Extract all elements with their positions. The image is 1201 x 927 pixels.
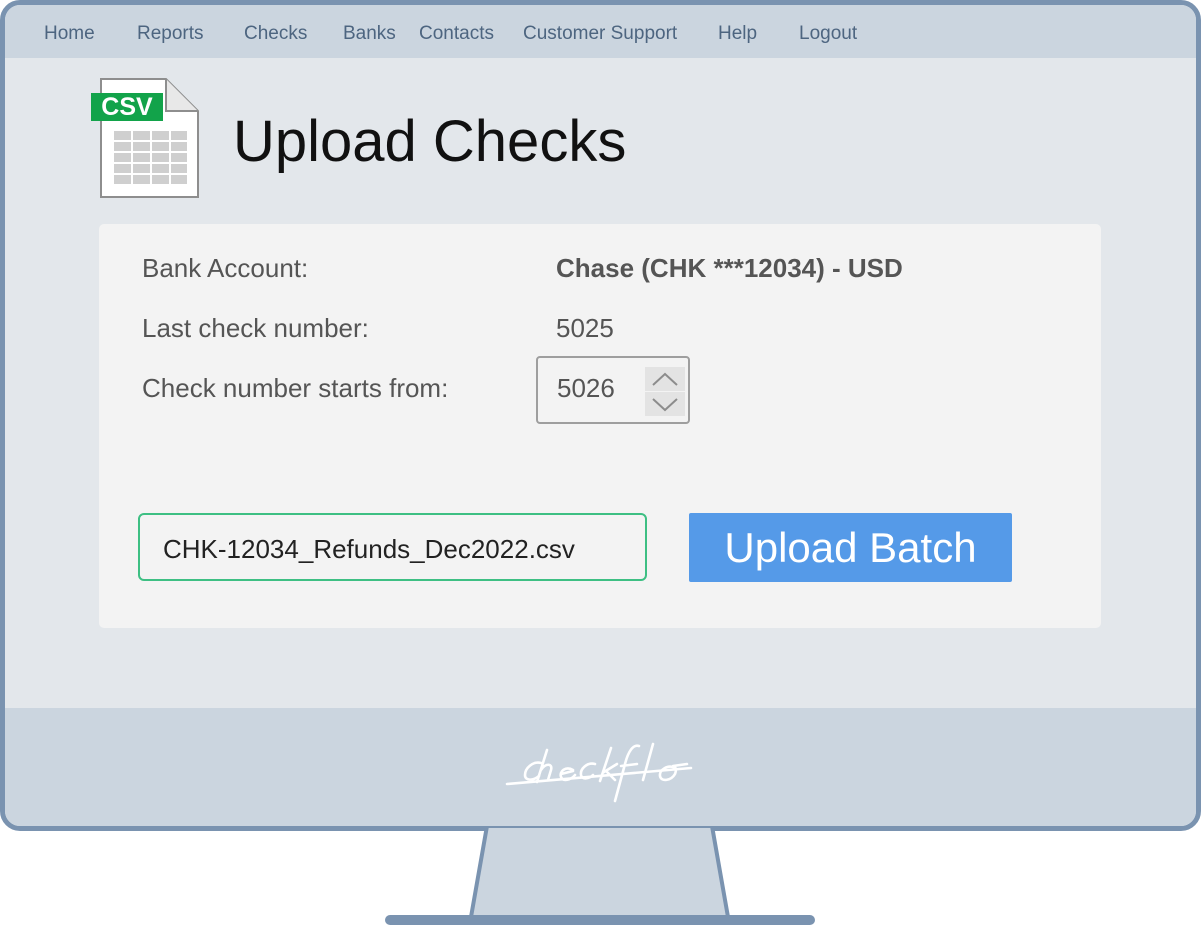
bank-account-value: Chase (CHK ***12034) - USD <box>556 253 903 283</box>
bank-account-label: Bank Account: <box>142 253 309 283</box>
nav-checks[interactable]: Checks <box>244 23 307 45</box>
monitor-stand <box>385 826 815 925</box>
page-title: Upload Checks <box>233 109 627 174</box>
upload-form-card: Bank Account: Chase (CHK ***12034) - USD… <box>99 224 1101 628</box>
csv-badge-label: CSV <box>101 93 153 121</box>
monitor-screen: Home Reports Checks Banks Contacts Custo… <box>0 0 1201 831</box>
top-navigation: Home Reports Checks Banks Contacts Custo… <box>5 5 1196 58</box>
chevron-down-icon <box>652 398 678 412</box>
monitor-bezel: checkflo <box>5 708 1196 826</box>
nav-banks[interactable]: Banks <box>343 23 396 45</box>
stepper-increment-button[interactable] <box>645 367 685 391</box>
last-check-label: Last check number: <box>142 313 369 343</box>
checkflo-logo: checkflo <box>505 742 693 803</box>
nav-reports[interactable]: Reports <box>137 23 204 45</box>
nav-help[interactable]: Help <box>718 23 757 45</box>
last-check-value: 5025 <box>556 313 614 343</box>
nav-customer-support[interactable]: Customer Support <box>523 23 677 45</box>
nav-home[interactable]: Home <box>44 23 95 45</box>
check-number-stepper[interactable]: 5026 <box>536 356 690 424</box>
csv-file-icon: CSV <box>91 78 199 198</box>
file-select-field[interactable]: CHK-12034_Refunds_Dec2022.csv <box>138 513 647 581</box>
brand-name: checkflo <box>601 797 605 799</box>
nav-logout[interactable]: Logout <box>799 23 857 45</box>
upload-batch-button[interactable]: Upload Batch <box>689 513 1012 582</box>
nav-contacts[interactable]: Contacts <box>419 23 494 45</box>
chevron-up-icon <box>652 372 678 386</box>
page-content: CSV Upload Checks Bank Account: Chase (C… <box>5 58 1196 708</box>
stepper-decrement-button[interactable] <box>645 392 685 416</box>
stepper-value[interactable]: 5026 <box>557 373 615 404</box>
start-from-label: Check number starts from: <box>142 373 449 403</box>
